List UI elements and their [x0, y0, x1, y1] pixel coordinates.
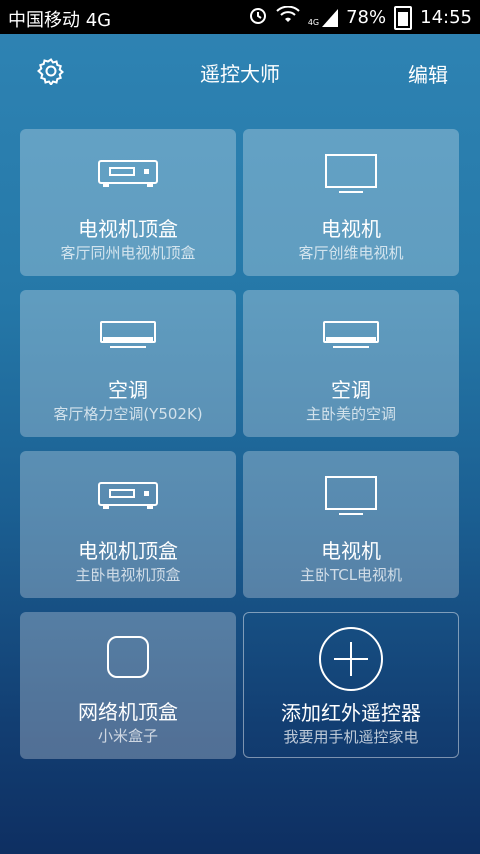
status-right: 4G 78% 14:55	[248, 5, 472, 30]
signal-icon: 4G	[308, 8, 339, 27]
device-card[interactable]: 空调 主卧美的空调	[243, 290, 459, 437]
device-name: 空调	[108, 378, 148, 402]
device-location: 小米盒子	[97, 727, 158, 745]
plus-circle-icon	[244, 626, 458, 692]
device-name: 电视机	[321, 539, 381, 563]
air-conditioner-icon	[20, 315, 236, 355]
device-card[interactable]: 电视机 主卧TCL电视机	[243, 451, 459, 598]
device-location: 主卧TCL电视机	[299, 566, 403, 584]
device-location: 客厅格力空调(Y502K)	[53, 405, 203, 423]
battery-icon	[394, 5, 413, 30]
device-name: 电视机顶盒	[78, 217, 178, 241]
add-remote-button[interactable]: 添加红外遥控器 我要用手机遥控家电	[243, 612, 459, 758]
device-location: 主卧电视机顶盒	[75, 566, 181, 584]
device-name: 电视机	[321, 217, 381, 241]
device-card[interactable]: 电视机 客厅创维电视机	[243, 129, 459, 276]
device-grid: 电视机顶盒 客厅同州电视机顶盒 电视机 客厅创维电视机 空调 客厅格力空调(Y5…	[20, 129, 459, 759]
device-card[interactable]: 网络机顶盒 小米盒子	[20, 612, 236, 759]
add-remote-label: 添加红外遥控器	[281, 701, 421, 725]
carrier-label: 中国移动 4G	[8, 10, 112, 31]
wifi-icon	[276, 5, 300, 29]
device-location: 客厅同州电视机顶盒	[60, 244, 196, 262]
set-top-box-icon	[20, 476, 236, 516]
device-name: 网络机顶盒	[78, 700, 178, 724]
network-box-icon	[20, 636, 236, 678]
edit-button[interactable]: 编辑	[408, 59, 448, 88]
device-location: 客厅创维电视机	[298, 244, 404, 262]
device-location: 主卧美的空调	[305, 405, 396, 423]
set-top-box-icon	[20, 154, 236, 194]
tv-icon	[243, 476, 459, 516]
app-header: 遥控大师 编辑	[0, 34, 480, 110]
device-name: 电视机顶盒	[78, 539, 178, 563]
clock: 14:55	[420, 7, 472, 28]
battery-percent: 78%	[346, 7, 387, 28]
alarm-icon	[248, 5, 268, 30]
tv-icon	[243, 154, 459, 194]
status-bar: 中国移动 4G 4G 78% 14:55	[0, 0, 480, 34]
device-card[interactable]: 电视机顶盒 主卧电视机顶盒	[20, 451, 236, 598]
device-card[interactable]: 空调 客厅格力空调(Y502K)	[20, 290, 236, 437]
add-remote-hint: 我要用手机遥控家电	[283, 728, 419, 746]
device-card[interactable]: 电视机顶盒 客厅同州电视机顶盒	[20, 129, 236, 276]
device-name: 空调	[331, 378, 371, 402]
air-conditioner-icon	[243, 315, 459, 355]
